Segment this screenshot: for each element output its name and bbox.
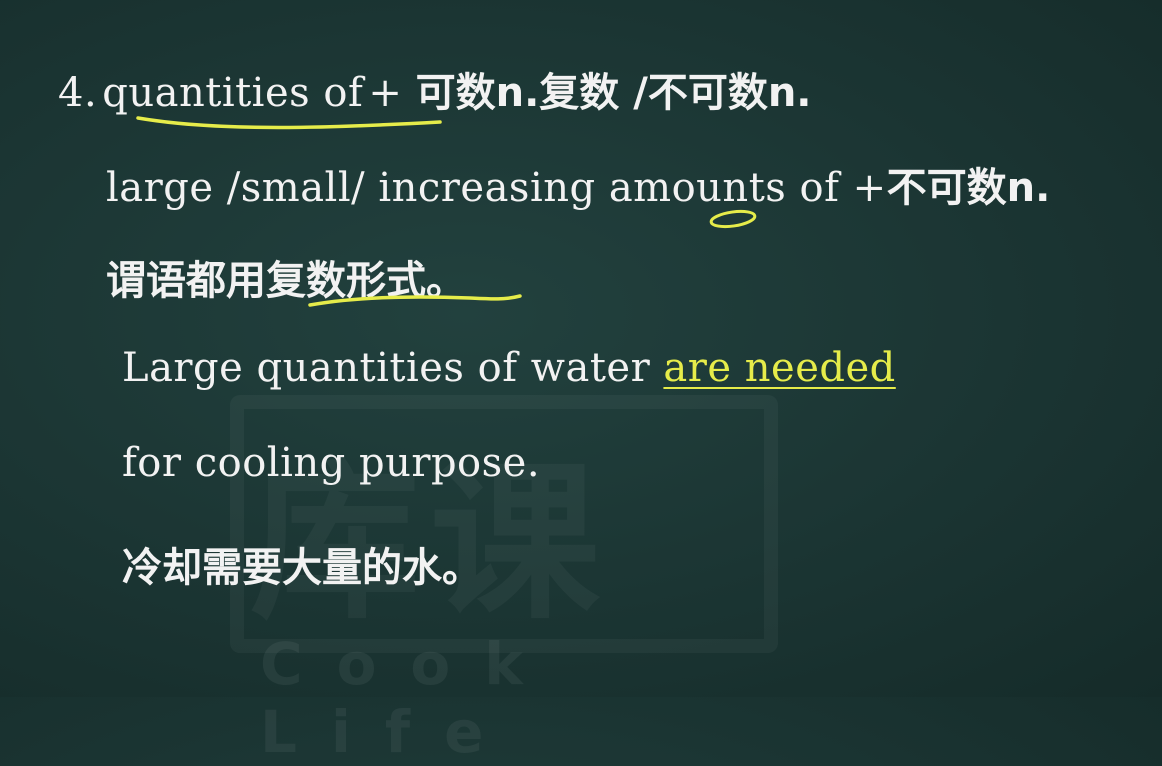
example-continuation: for cooling purpose.	[122, 440, 541, 486]
noun-rule: 可数n.复数 /不可数n.	[415, 70, 812, 116]
underline-quantities-of	[136, 116, 442, 130]
example-prefix: Large quantities of water	[122, 345, 664, 391]
uncountable-noun-label: 不可数n.	[886, 165, 1051, 211]
phrase-quantities-of: quantities of	[102, 70, 364, 116]
rule-line-1: 4. quantities of + 可数n.复数 /不可数n.	[58, 60, 812, 118]
plus-sign: +	[368, 70, 416, 116]
watermark-text: Cook Life	[260, 630, 557, 766]
amounts-phrase: large /small/ increasing amounts of +	[106, 165, 887, 211]
verb-rule: 谓语都用复数形式。	[106, 258, 466, 304]
example-translation: 冷却需要大量的水。	[122, 535, 482, 593]
rule-line-2: large /small/ increasing amounts of +不可数…	[106, 155, 1050, 213]
example-line-1: Large quantities of water are needed	[122, 345, 896, 391]
item-number: 4.	[58, 70, 98, 116]
translation-text: 冷却需要大量的水。	[122, 545, 482, 591]
example-line-2: for cooling purpose.	[122, 440, 540, 486]
rule-line-3: 谓语都用复数形式。	[106, 248, 466, 306]
example-highlight: are needed	[663, 345, 896, 391]
watermark-frame	[230, 395, 778, 653]
slide: 库课 Cook Life 4. quantities of + 可数n.复数 /…	[0, 0, 1162, 766]
